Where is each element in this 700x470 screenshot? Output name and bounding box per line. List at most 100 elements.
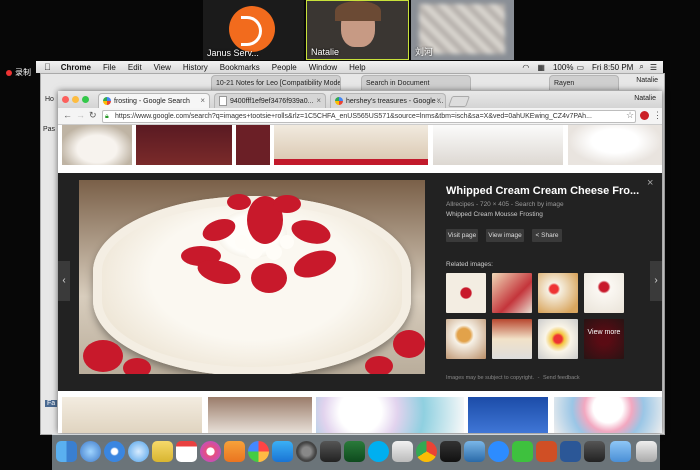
downloads-folder-icon[interactable] [610,441,631,462]
chrome-menu-icon[interactable]: ⋮ [653,110,662,121]
visit-page-button[interactable]: Visit page [446,229,478,242]
terminal-icon[interactable] [440,441,461,462]
menu-view[interactable]: View [154,63,171,72]
clock[interactable]: Fri 8:50 PM [592,63,633,72]
minimize-window-button[interactable] [72,96,79,103]
related-image[interactable] [492,319,532,359]
back-tab-notes[interactable]: 10-21 Notes for Leo [Compatibility Mode] [211,75,341,90]
main-preview-image[interactable] [79,180,425,374]
calendar-icon[interactable] [176,441,197,462]
result-thumb[interactable] [236,125,270,165]
related-image[interactable] [492,273,532,313]
menu-edit[interactable]: Edit [128,63,142,72]
preview-icon[interactable] [392,441,413,462]
photo-booth-icon[interactable] [344,441,365,462]
apple-icon[interactable]:  [44,62,51,72]
pinterest-extension-icon[interactable] [640,111,649,120]
close-tab-icon[interactable]: × [436,96,441,105]
record-icon [6,69,12,76]
flag-icon[interactable]: ▦ [537,63,545,72]
photos-icon[interactable] [248,441,269,462]
skype-icon[interactable] [368,441,389,462]
powerpoint-icon[interactable] [536,441,557,462]
back-tab-search[interactable]: Search in Document [361,75,471,90]
menu-help[interactable]: Help [349,63,365,72]
result-thumb[interactable] [568,125,662,165]
trash-icon[interactable] [636,441,657,462]
menu-bookmarks[interactable]: Bookmarks [220,63,260,72]
address-bar[interactable]: 🔒︎ https://www.google.com/search?q=image… [102,110,636,123]
reload-icon[interactable]: ↻ [89,110,97,121]
menu-chrome[interactable]: Chrome [61,63,91,72]
app-store-icon[interactable] [272,441,293,462]
word-icon[interactable] [560,441,581,462]
result-thumb[interactable] [136,125,232,165]
related-image[interactable] [584,273,624,313]
menu-window[interactable]: Window [309,63,337,72]
spotlight-icon[interactable]: ⌕ [639,62,643,72]
video-tile-janus[interactable]: Janus Serv... [203,0,304,60]
back-tab-rayen[interactable]: Rayen [549,75,619,90]
image-viewer-icon[interactable] [464,441,485,462]
back-arrow-icon[interactable]: ← [63,110,72,120]
finder-icon[interactable] [56,441,77,462]
related-images-label: Related images: [446,261,493,268]
video-app-icon[interactable] [584,441,605,462]
tab-hersheys[interactable]: hershey's treasures - Google ... × [330,93,446,108]
result-thumb[interactable] [274,125,428,165]
result-thumb[interactable] [316,397,464,433]
result-thumb[interactable] [208,397,312,433]
menu-people[interactable]: People [272,63,297,72]
close-tab-icon[interactable]: × [200,96,205,105]
related-image[interactable] [446,273,486,313]
share-button[interactable]: < Share [532,229,562,242]
battery-level[interactable]: 100% [553,63,573,72]
back-user-label: Natalie [636,77,658,84]
forward-arrow-icon[interactable]: → [76,110,85,120]
recording-indicator[interactable]: 录制 [6,67,31,78]
itunes-icon[interactable] [200,441,221,462]
result-thumb[interactable] [468,397,548,433]
bookmark-star-icon[interactable]: ☆ [626,110,634,121]
launchpad-icon[interactable] [80,441,101,462]
prev-image-arrow[interactable]: ‹ [58,261,70,301]
safari-icon[interactable] [104,441,125,462]
menu-list-icon[interactable]: ☰ [650,63,657,72]
camera-icon[interactable] [320,441,341,462]
tab-image-file[interactable]: 9400fff1ef9ef3476f939a0... × [214,93,326,108]
tab-frosting[interactable]: frosting - Google Search × [98,93,210,108]
close-panel-icon[interactable]: × [647,177,653,189]
zoom-window-button[interactable] [82,96,89,103]
zoom-app-icon[interactable] [488,441,509,462]
send-feedback-link[interactable]: Send feedback [543,375,580,381]
close-window-button[interactable] [62,96,69,103]
chrome-icon[interactable] [416,441,437,462]
view-more-related[interactable]: View more [584,319,624,359]
close-tab-icon[interactable]: × [316,96,321,105]
video-tile-liuhe[interactable]: 刘河 [411,0,514,60]
related-image[interactable] [538,273,578,313]
participant-name: Natalie [311,47,340,57]
related-image[interactable] [446,319,486,359]
image-title[interactable]: Whipped Cream Cream Cheese Fro... [446,185,642,197]
compass-icon[interactable] [128,441,149,462]
wechat-icon[interactable] [512,441,533,462]
participant-name: Janus Serv... [207,48,259,58]
next-image-arrow[interactable]: › [650,261,662,301]
result-thumb[interactable] [554,397,662,433]
result-thumb[interactable] [62,125,132,165]
menu-history[interactable]: History [183,63,208,72]
profile-name[interactable]: Natalie [634,95,656,102]
settings-icon[interactable] [296,441,317,462]
result-thumb[interactable] [433,125,563,165]
notes-app-icon[interactable] [152,441,173,462]
menu-file[interactable]: File [103,63,116,72]
video-tile-natalie[interactable]: Natalie [306,0,409,60]
view-image-button[interactable]: View image [486,229,524,242]
wifi-icon[interactable]: ◠ [522,63,529,72]
result-thumb[interactable] [62,397,202,433]
related-image[interactable] [538,319,578,359]
new-tab-button[interactable] [447,96,471,107]
back-label-pas: Pas [43,126,56,133]
ibooks-icon[interactable] [224,441,245,462]
